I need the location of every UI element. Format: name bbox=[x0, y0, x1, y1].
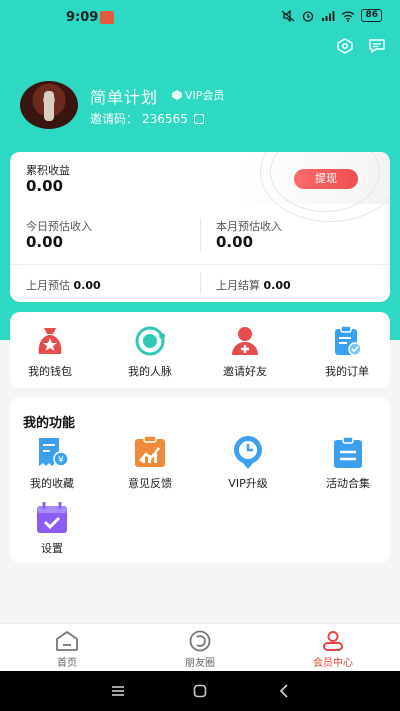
last-month-settle-value: 0.00 bbox=[263, 279, 291, 292]
copy-icon[interactable] bbox=[193, 113, 204, 124]
today-estimate-value: 0.00 bbox=[26, 233, 64, 251]
status-bar: 9:09 86 bbox=[0, 0, 400, 38]
system-navigation-bar bbox=[0, 671, 400, 711]
nav-moments[interactable]: 朋友圈 bbox=[155, 630, 245, 669]
feedback-icon bbox=[135, 435, 165, 467]
quick-action-wallet[interactable]: 我的钱包 bbox=[10, 324, 90, 379]
nav-label: 朋友圈 bbox=[185, 658, 215, 669]
wallet-icon bbox=[38, 328, 62, 354]
functions-title: 我的功能 bbox=[23, 416, 76, 431]
invite-code-value: 236565 bbox=[142, 111, 188, 126]
vip-upgrade-icon bbox=[234, 435, 262, 469]
username: 简单计划 bbox=[90, 88, 159, 107]
member-icon bbox=[323, 631, 343, 651]
function-feedback[interactable]: 意见反馈 bbox=[110, 435, 190, 491]
invite-friend-icon bbox=[232, 327, 258, 355]
avatar-figure bbox=[44, 91, 54, 121]
month-estimate-value: 0.00 bbox=[216, 233, 254, 251]
function-activities[interactable]: 活动合集 bbox=[308, 435, 388, 491]
message-icon[interactable] bbox=[368, 38, 386, 54]
alarm-icon bbox=[303, 10, 314, 22]
function-settings[interactable]: 设置 bbox=[12, 500, 92, 556]
divider bbox=[200, 272, 201, 294]
earnings-summary: 累积收益 0.00 提现 bbox=[10, 152, 390, 222]
avatar[interactable] bbox=[20, 81, 78, 129]
mute-icon bbox=[282, 9, 295, 22]
divider bbox=[200, 218, 201, 252]
last-month-settle: 上月结算 0.00 bbox=[216, 277, 291, 293]
nav-label: 会员中心 bbox=[313, 658, 353, 669]
vip-badge-icon bbox=[172, 90, 182, 100]
nav-home[interactable]: 首页 bbox=[22, 630, 112, 669]
last-month-settle-label: 上月结算 bbox=[216, 279, 260, 292]
quick-action-label: 我的人脉 bbox=[128, 365, 172, 378]
svg-text:¥: ¥ bbox=[58, 456, 64, 466]
invite-code-row: 邀请码： 236565 bbox=[90, 110, 204, 127]
today-estimate-label: 今日预估收入 bbox=[26, 220, 92, 233]
last-month-estimate: 上月预估 0.00 bbox=[26, 277, 101, 293]
quick-action-orders[interactable]: 我的订单 bbox=[307, 324, 387, 379]
functions-card: 我的功能 ¥ 我的收藏 意见反馈 VIP升级 活动合集 设置 bbox=[10, 397, 390, 563]
back-icon[interactable] bbox=[276, 683, 292, 699]
total-earnings-value: 0.00 bbox=[26, 177, 64, 195]
moments-icon bbox=[189, 630, 211, 652]
function-label: 活动合集 bbox=[326, 477, 370, 490]
bottom-nav: 首页 朋友圈 会员中心 bbox=[0, 623, 400, 671]
settings-icon bbox=[37, 502, 67, 533]
invite-code-label: 邀请码： bbox=[90, 112, 139, 126]
function-favorites[interactable]: ¥ 我的收藏 bbox=[12, 435, 92, 491]
nav-member-center[interactable]: 会员中心 bbox=[288, 630, 378, 669]
last-month-estimate-label: 上月预估 bbox=[26, 279, 70, 292]
withdraw-button[interactable]: 提现 bbox=[294, 169, 358, 189]
home-icon bbox=[56, 631, 78, 651]
last-month-estimate-value: 0.00 bbox=[73, 279, 101, 292]
total-earnings-label: 累积收益 bbox=[26, 164, 70, 177]
notification-app-icon bbox=[100, 11, 114, 24]
nav-label: 首页 bbox=[57, 658, 77, 669]
quick-action-label: 我的钱包 bbox=[28, 365, 72, 378]
quick-actions-card: 我的钱包 我的人脉 邀请好友 我的订单 bbox=[10, 312, 390, 388]
settings-hex-icon[interactable] bbox=[336, 38, 354, 54]
vip-badge-label: VIP会员 bbox=[185, 89, 225, 102]
status-icons: 86 bbox=[281, 9, 382, 22]
order-icon bbox=[335, 325, 362, 356]
earnings-card: 累积收益 0.00 提现 今日预估收入 0.00 本月预估收入 0.00 上月预… bbox=[10, 152, 390, 302]
favorites-icon: ¥ bbox=[39, 438, 69, 467]
function-vip-upgrade[interactable]: VIP升级 bbox=[208, 435, 288, 491]
signal-icon bbox=[322, 10, 335, 21]
quick-action-network[interactable]: 我的人脉 bbox=[110, 324, 190, 379]
quick-action-invite[interactable]: 邀请好友 bbox=[205, 324, 285, 379]
vip-badge: VIP会员 bbox=[172, 87, 224, 103]
divider bbox=[10, 264, 390, 265]
wifi-icon bbox=[342, 11, 355, 22]
function-label: 意见反馈 bbox=[128, 477, 172, 490]
function-label: VIP升级 bbox=[228, 477, 268, 490]
home-button-icon[interactable] bbox=[192, 683, 208, 699]
quick-action-label: 我的订单 bbox=[325, 365, 369, 378]
menu-icon[interactable] bbox=[110, 683, 126, 699]
network-icon bbox=[135, 326, 165, 356]
battery-indicator: 86 bbox=[361, 9, 382, 22]
function-label: 我的收藏 bbox=[30, 477, 74, 490]
header-actions bbox=[336, 38, 386, 54]
activity-icon bbox=[334, 436, 362, 468]
quick-action-label: 邀请好友 bbox=[223, 365, 267, 378]
month-estimate-label: 本月预估收入 bbox=[216, 220, 282, 233]
function-label: 设置 bbox=[41, 542, 63, 555]
status-time: 9:09 bbox=[66, 10, 99, 25]
